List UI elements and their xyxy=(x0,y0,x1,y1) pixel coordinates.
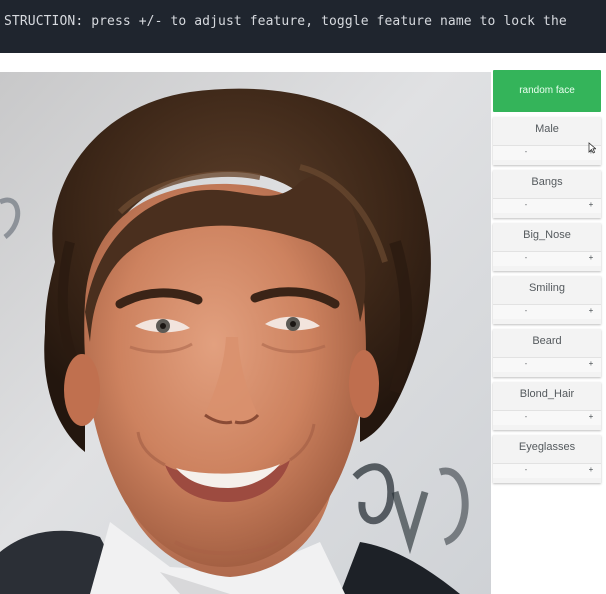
feature-controls-panel: random face Male - + Bangs - + Big_Nose xyxy=(493,70,602,490)
feature-toggle-eyeglasses[interactable]: Eyeglasses xyxy=(493,441,601,453)
feature-card-male: Male - + xyxy=(493,117,601,165)
decrease-big-nose-button[interactable]: - xyxy=(521,253,531,263)
face-image-illustration xyxy=(0,72,491,594)
increase-eyeglasses-button[interactable]: + xyxy=(586,464,596,476)
decrease-smiling-button[interactable]: - xyxy=(521,306,531,316)
feature-card-eyeglasses: Eyeglasses - + xyxy=(493,435,601,483)
increase-blond-hair-button[interactable]: + xyxy=(586,411,596,423)
increase-big-nose-button[interactable]: + xyxy=(586,252,596,264)
feature-card-beard: Beard - + xyxy=(493,329,601,377)
increase-beard-button[interactable]: + xyxy=(586,358,596,370)
feature-adjust-row-beard: - + xyxy=(493,357,601,372)
feature-adjust-row-smiling: - + xyxy=(493,304,601,319)
random-face-button[interactable]: random face xyxy=(493,70,601,112)
generated-face-image xyxy=(0,72,491,594)
decrease-male-button[interactable]: - xyxy=(521,147,531,157)
instruction-text: STRUCTION: press +/- to adjust feature, … xyxy=(4,14,567,29)
face-editor-page: STRUCTION: press +/- to adjust feature, … xyxy=(0,0,606,594)
decrease-blond-hair-button[interactable]: - xyxy=(521,412,531,422)
feature-adjust-row-blond-hair: - + xyxy=(493,410,601,425)
feature-card-blond-hair: Blond_Hair - + xyxy=(493,382,601,430)
feature-toggle-blond-hair[interactable]: Blond_Hair xyxy=(493,388,601,400)
feature-adjust-row-big-nose: - + xyxy=(493,251,601,266)
feature-toggle-bangs[interactable]: Bangs xyxy=(493,176,601,188)
feature-toggle-big-nose[interactable]: Big_Nose xyxy=(493,229,601,241)
increase-bangs-button[interactable]: + xyxy=(586,199,596,211)
feature-toggle-beard[interactable]: Beard xyxy=(493,335,601,347)
decrease-beard-button[interactable]: - xyxy=(521,359,531,369)
instruction-bar: STRUCTION: press +/- to adjust feature, … xyxy=(0,0,606,53)
feature-toggle-male[interactable]: Male xyxy=(493,123,601,135)
feature-adjust-row-eyeglasses: - + xyxy=(493,463,601,478)
decrease-eyeglasses-button[interactable]: - xyxy=(521,465,531,475)
feature-card-bangs: Bangs - + xyxy=(493,170,601,218)
feature-adjust-row-bangs: - + xyxy=(493,198,601,213)
increase-smiling-button[interactable]: + xyxy=(586,305,596,317)
feature-toggle-smiling[interactable]: Smiling xyxy=(493,282,601,294)
feature-card-smiling: Smiling - + xyxy=(493,276,601,324)
feature-adjust-row-male: - + xyxy=(493,142,601,160)
decrease-bangs-button[interactable]: - xyxy=(521,200,531,210)
mouse-pointer-icon xyxy=(588,142,596,154)
feature-card-big-nose: Big_Nose - + xyxy=(493,223,601,271)
